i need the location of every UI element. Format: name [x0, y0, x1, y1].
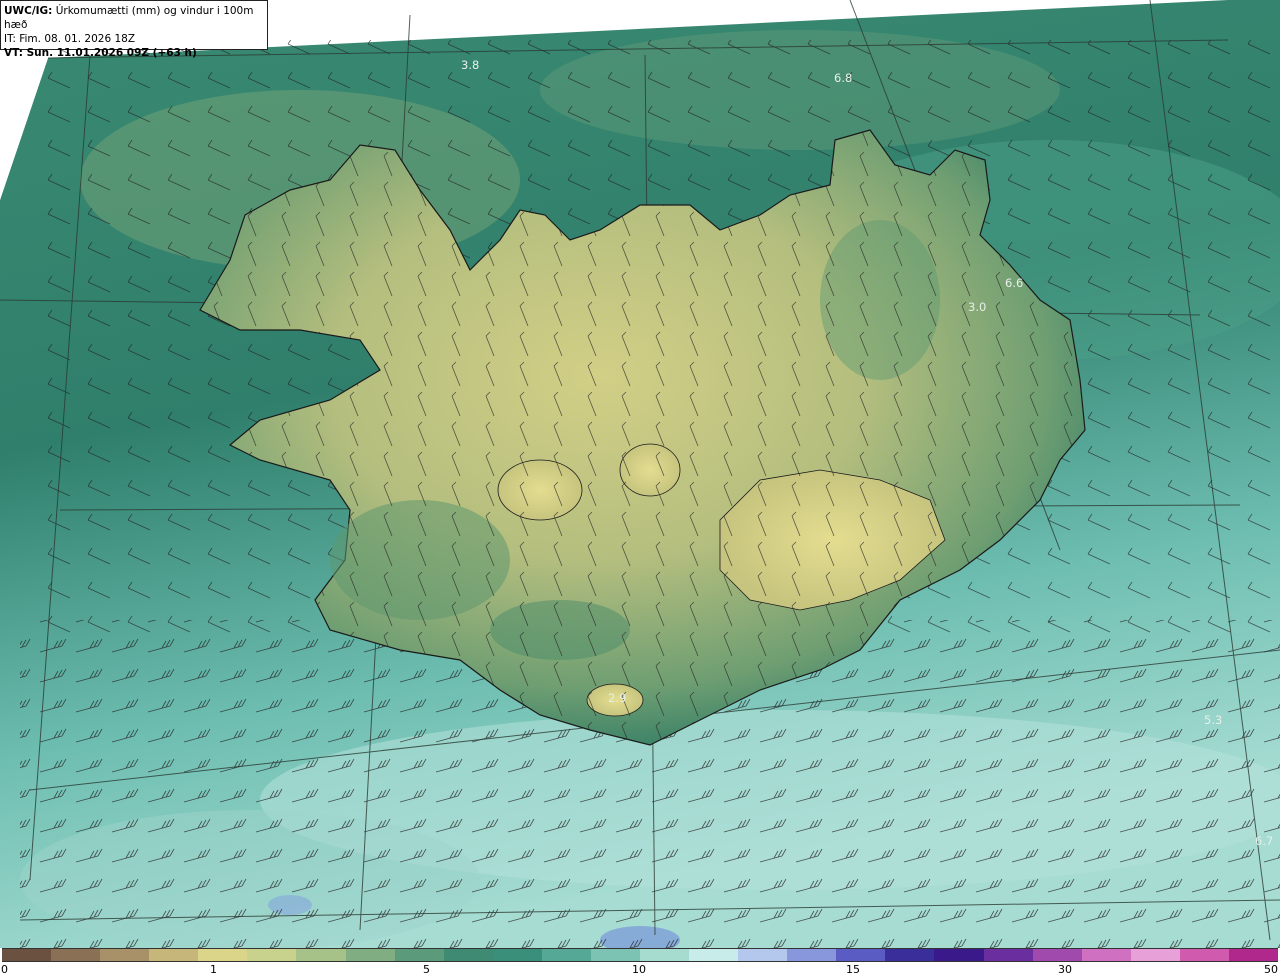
colorbar-tick: 50 [1264, 963, 1278, 976]
colorbar-swatch [100, 949, 150, 961]
colorbar-swatch [1228, 949, 1279, 961]
colorbar-tick: 0 [1, 963, 8, 976]
map-label: 6.8 [834, 71, 852, 85]
map-label: 5.3 [1204, 713, 1222, 727]
colorbar-swatch [1179, 949, 1229, 961]
colorbar-tick: 15 [846, 963, 860, 976]
colorbar-swatch [640, 949, 690, 961]
issue-time: IT: Fim. 08. 01. 2026 18Z [4, 33, 136, 45]
colorbar-swatch [983, 949, 1033, 961]
colorbar-swatch [738, 949, 788, 961]
colorbar-swatch [247, 949, 297, 961]
header-title-line: UWC/IG: Úrkomumætti (mm) og vindur i 100… [4, 4, 264, 32]
colorbar-swatch [1032, 949, 1082, 961]
colorbar-swatch [541, 949, 591, 961]
colorbar-swatch [1130, 949, 1180, 961]
colorbar-swatch [590, 949, 641, 961]
colorbar-strip [2, 948, 1279, 962]
colorbar-swatch [394, 949, 444, 961]
map-label: 6.6 [1005, 276, 1023, 290]
valid-time: VT: Sun. 11.01.2026 09Z (+63 h) [4, 47, 197, 59]
colorbar-swatch [492, 949, 542, 961]
precipitation-wind-map[interactable]: 3.8 6.8 6.6 3.0 5.3 6.7 2.9 [0, 0, 1280, 948]
map-label: 6.7 [1255, 834, 1273, 848]
colorbar-tick: 1 [210, 963, 217, 976]
colorbar-swatch [885, 949, 935, 961]
map-label: 3.8 [461, 58, 479, 72]
map-canvas: 3.8 6.8 6.6 3.0 5.3 6.7 2.9 [0, 0, 1280, 948]
map-label: 2.9 [608, 691, 626, 705]
product-code: UWC/IG: [4, 5, 53, 17]
colorbar-swatch [2, 949, 52, 961]
colorbar-swatch [345, 949, 395, 961]
colorbar-swatch [836, 949, 886, 961]
map-label: 3.0 [968, 300, 986, 314]
colorbar-swatch [443, 949, 493, 961]
colorbar-tick: 30 [1058, 963, 1072, 976]
colorbar-swatch [51, 949, 101, 961]
colorbar-swatch [689, 949, 739, 961]
colorbar: 0 1 5 10 15 30 50 [0, 948, 1280, 978]
colorbar-swatch [198, 949, 248, 961]
colorbar-swatch [149, 949, 199, 961]
colorbar-swatch [934, 949, 984, 961]
colorbar-tick: 5 [423, 963, 430, 976]
colorbar-swatch [296, 949, 346, 961]
header-info-box: UWC/IG: Úrkomumætti (mm) og vindur i 100… [0, 0, 268, 59]
colorbar-swatch [1081, 949, 1131, 961]
colorbar-tick: 10 [632, 963, 646, 976]
colorbar-swatch [787, 949, 837, 961]
